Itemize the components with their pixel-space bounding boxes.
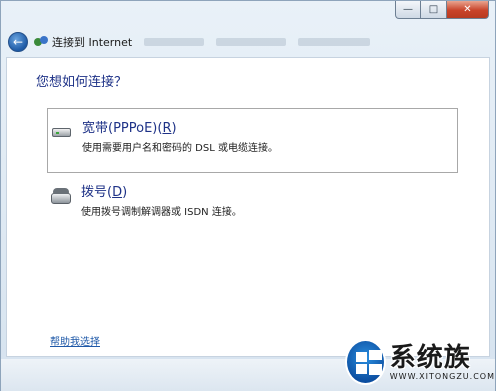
help-me-choose-link[interactable]: 帮助我选择 (50, 333, 100, 348)
wizard-content-pane: 您想如何连接？ 宽带(PPPoE)(R) 使用需要用户名和密码的 DSL 或电缆… (6, 57, 490, 357)
option-dialup-description: 使用拨号调制解调器或 ISDN 连接。 (81, 207, 242, 218)
blurred-background-tabs (144, 38, 371, 46)
broadband-modem-icon (52, 122, 72, 142)
option-dialup-title: 拨号(D) (81, 185, 128, 200)
option-broadband-pppoe[interactable]: 宽带(PPPoE)(R) 使用需要用户名和密码的 DSL 或电缆连接。 (47, 108, 458, 173)
network-icon (34, 35, 48, 49)
back-arrow-icon: ← (12, 35, 24, 49)
minimize-button[interactable]: — (395, 1, 421, 19)
access-key-r: R (162, 121, 172, 136)
dialup-phone-icon (51, 186, 71, 206)
page-heading: 您想如何连接？ (36, 75, 128, 90)
windows-logo-icon (345, 339, 386, 385)
navigation-bar: ← 连接到 Internet (1, 29, 495, 55)
watermark-url: WWW.XITONGZU.COM (389, 371, 495, 381)
option-broadband-title: 宽带(PPPoE)(R) (82, 121, 177, 136)
maximize-button[interactable]: □ (421, 1, 447, 19)
connect-to-internet-window: — □ ✕ ← 连接到 Internet 您想如何连接？ 宽带(PPPoE)(R… (0, 0, 496, 391)
site-watermark: 系统族 WWW.XITONGZU.COM (345, 335, 495, 389)
access-key-d: D (112, 185, 123, 200)
caption-buttons: — □ ✕ (395, 1, 489, 19)
option-dialup[interactable]: 拨号(D) 使用拨号调制解调器或 ISDN 连接。 (47, 178, 458, 228)
wizard-title: 连接到 Internet (52, 36, 133, 49)
watermark-brand: 系统族 (389, 342, 471, 373)
option-broadband-description: 使用需要用户名和密码的 DSL 或电缆连接。 (82, 143, 278, 154)
close-button[interactable]: ✕ (447, 1, 489, 19)
back-button[interactable]: ← (8, 32, 28, 52)
